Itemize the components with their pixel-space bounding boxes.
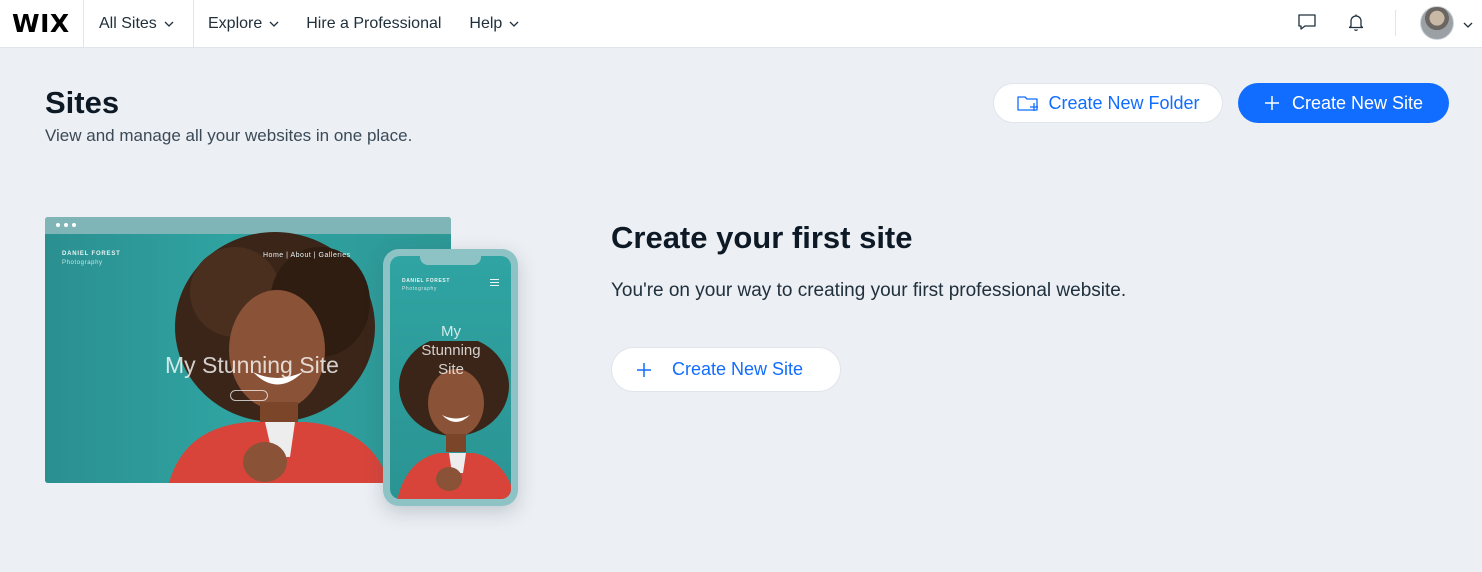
nav-explore-label: Explore: [208, 14, 263, 32]
create-new-site-label: Create New Site: [1291, 92, 1424, 113]
site-cta-pill: [230, 390, 268, 401]
mobile-brand-tag: Photography: [402, 286, 437, 292]
page-title: Sites: [45, 85, 120, 120]
folder-add-icon: [1016, 92, 1040, 114]
nav-hire-label: Hire a Professional: [306, 14, 442, 32]
top-nav: WIX All Sites Explore Hire a Professiona…: [0, 0, 1482, 48]
nav-all-sites[interactable]: All Sites: [84, 0, 194, 48]
hamburger-menu-icon: [490, 279, 499, 288]
create-new-folder-button[interactable]: Create New Folder: [993, 83, 1223, 123]
site-headline: My Stunning Site: [165, 352, 339, 378]
mobile-brand-name: DANIEL FOREST: [402, 278, 450, 284]
empty-state-title: Create your first site: [611, 220, 913, 255]
empty-state-button-label: Create New Site: [672, 359, 804, 379]
site-brand: DANIEL FOREST Photography: [62, 250, 121, 268]
mobile-site-brand: DANIEL FOREST Photography: [402, 277, 450, 293]
chevron-down-icon: [163, 18, 175, 30]
bell-icon[interactable]: [1344, 10, 1368, 34]
site-brand-tag: Photography: [62, 260, 103, 266]
nav-hire-professional[interactable]: Hire a Professional: [306, 0, 441, 48]
avatar[interactable]: [1420, 6, 1454, 40]
nav-explore[interactable]: Explore: [194, 0, 280, 48]
create-new-folder-label: Create New Folder: [1048, 92, 1200, 113]
mobile-screen: DANIEL FOREST Photography My Stunning Si…: [390, 256, 511, 499]
empty-state-create-site-button[interactable]: Create New Site: [611, 347, 841, 392]
nav-help-label: Help: [469, 14, 503, 32]
nav-divider: [1395, 10, 1396, 36]
nav-all-sites-label: All Sites: [99, 14, 157, 32]
site-brand-name: DANIEL FOREST: [62, 251, 121, 257]
mobile-site-preview: DANIEL FOREST Photography My Stunning Si…: [383, 249, 518, 506]
nav-help[interactable]: Help: [469, 0, 520, 48]
page-subtitle: View and manage all your websites in one…: [45, 126, 413, 145]
create-new-site-button[interactable]: Create New Site: [1238, 83, 1449, 123]
plus-icon: [1264, 95, 1280, 111]
site-menu: Home | About | Galleries: [263, 252, 351, 259]
chat-icon[interactable]: [1295, 10, 1319, 34]
wix-logo[interactable]: WIX: [0, 0, 84, 48]
phone-notch: [420, 256, 481, 265]
empty-state-description: You're on your way to creating your firs…: [611, 280, 1127, 301]
chevron-down-icon[interactable]: [1462, 18, 1474, 36]
chevron-down-icon: [268, 18, 280, 30]
chevron-down-icon: [508, 18, 520, 30]
mobile-site-headline: My Stunning Site: [421, 323, 481, 378]
plus-icon: [636, 362, 652, 378]
